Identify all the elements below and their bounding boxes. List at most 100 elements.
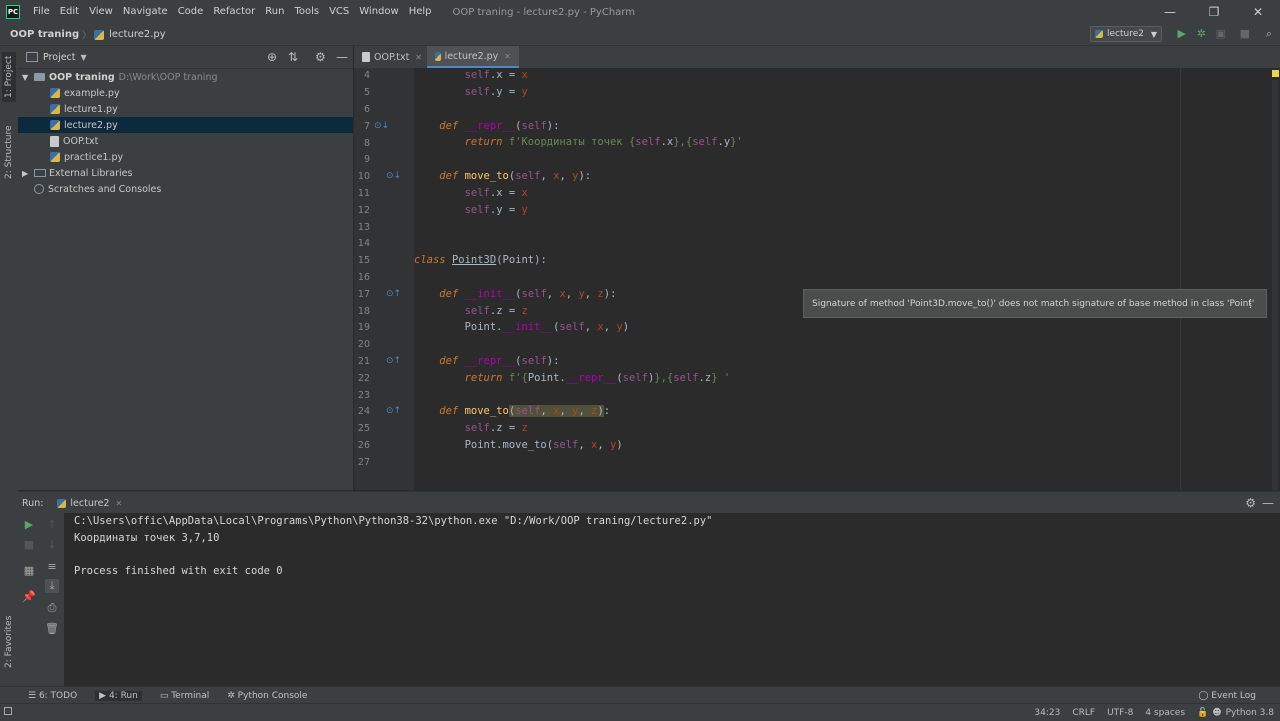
tree-item-scratches[interactable]: Scratches and Consoles [18,181,353,197]
line-number: 10 [357,171,370,182]
close-tab-icon[interactable]: ✕ [504,52,511,61]
tool-windows-toggle-icon[interactable] [4,707,12,715]
run-toolbar-secondary: ↑ ↓ ≡ ⤓ ⎙ 🗑 [40,513,65,686]
menu-run[interactable]: Run [260,0,289,24]
menu-navigate[interactable]: Navigate [118,0,173,24]
line-number: 4 [363,70,370,81]
tree-item-oop-txt[interactable]: OOP.txt [18,133,353,149]
tree-item-example-py[interactable]: example.py [18,85,353,101]
tab-label: lecture2.py [444,50,499,62]
line-number: 22 [357,373,370,384]
pin-icon[interactable]: 📌 [22,589,36,603]
todo-tool-button[interactable]: ☰ 6: TODO [28,691,77,701]
tree-item-practice1-py[interactable]: practice1.py [18,149,353,165]
project-panel-title[interactable]: Project [43,52,76,63]
editor-scrollbar[interactable] [1272,80,1278,490]
inspection-status-icon[interactable] [1272,70,1279,77]
navigation-bar: OOP traning 〉 lecture2.py lecture2 ▼ ▶ ✲… [0,24,1280,46]
coverage-icon[interactable]: ▣ [1216,27,1226,40]
line-separator[interactable]: CRLF [1072,708,1095,718]
print-icon[interactable]: ⎙ [45,601,59,615]
layout-icon[interactable]: ▦ [22,563,36,577]
breadcrumb-file[interactable]: lecture2.py [106,29,169,40]
collapse-all-icon[interactable]: ⇅ [288,50,298,64]
soft-wrap-icon[interactable]: ≡ [45,559,59,573]
run-tab-lecture2[interactable]: lecture2 ✕ [57,498,122,509]
hector-icon[interactable]: ☻ [1212,708,1221,718]
favorites-tool-tab[interactable]: 2: Favorites [2,612,16,672]
tree-item-project-root[interactable]: ▼ OOP traning D:\Work\OOP traning [18,69,353,85]
rerun-icon[interactable]: ▶ [22,517,36,531]
close-tab-icon[interactable]: ✕ [415,53,422,62]
more-options-icon[interactable]: ⋮ [1245,297,1256,310]
menu-file[interactable]: File [28,0,55,24]
run-console[interactable]: C:\Users\offic\AppData\Local\Programs\Py… [64,513,1280,686]
locate-target-icon[interactable]: ⊕ [267,50,277,64]
trash-icon[interactable]: 🗑 [45,621,59,635]
tree-item-label: External Libraries [49,167,133,179]
chevron-down-icon: ▼ [22,72,29,82]
search-icon[interactable]: ⌕ [1266,27,1272,41]
event-log-button[interactable]: ◯ Event Log [1198,691,1256,701]
terminal-tool-button[interactable]: ▭ Terminal [160,691,209,701]
run-config-select[interactable]: lecture2 ▼ [1090,26,1162,42]
run-icon[interactable]: ▶ [1178,27,1186,40]
override-method-icon[interactable]: ⊙↑ [386,406,401,416]
line-number: 16 [357,272,370,283]
line-number: 19 [357,322,370,333]
hide-panel-icon[interactable]: — [1262,496,1274,510]
project-tool-tab[interactable]: 1: Project [2,52,16,102]
breadcrumb-project[interactable]: OOP traning [7,29,82,40]
gear-icon[interactable]: ⚙ [1245,496,1256,510]
indent-setting[interactable]: 4 spaces [1145,708,1185,718]
breadcrumb-separator-icon: 〉 [82,31,92,41]
stop-icon[interactable]: ■ [1240,27,1250,40]
minimize-icon[interactable]: — [1148,0,1192,24]
up-arrow-icon[interactable]: ↑ [45,517,59,531]
library-icon [34,169,46,177]
menu-window[interactable]: Window [354,0,403,24]
down-arrow-icon[interactable]: ↓ [45,537,59,551]
restore-icon[interactable]: ❐ [1192,0,1236,24]
scroll-to-end-icon[interactable]: ⤓ [45,579,59,593]
line-number: 14 [357,238,370,249]
tree-item-label: OOP traning [49,71,115,83]
override-method-icon[interactable]: ⊙↑ [386,356,401,366]
debug-icon[interactable]: ✲ [1197,27,1206,40]
menu-help[interactable]: Help [404,0,437,24]
tree-item-lecture1-py[interactable]: lecture1.py [18,101,353,117]
line-number: 18 [357,306,370,317]
menu-code[interactable]: Code [173,0,209,24]
lock-icon[interactable]: 🔓 [1197,708,1208,718]
chevron-down-icon[interactable]: ▼ [81,53,87,62]
menu-view[interactable]: View [84,0,118,24]
tab-lecture2-py[interactable]: lecture2.py ✕ [427,46,519,68]
run-tool-label: 4: Run [108,690,138,701]
tree-item-external-libraries[interactable]: ▶ External Libraries [18,165,353,181]
python-console-tool-button[interactable]: ✲ Python Console [227,691,307,701]
favorites-tool-tab-label: 2: Favorites [4,615,14,669]
overriding-method-icon[interactable]: ⊙↓ [386,171,401,181]
tab-label: OOP.txt [374,51,410,63]
tree-item-lecture2-py[interactable]: lecture2.py [18,117,353,133]
code-editor[interactable]: self.x = x self.y = y def __repr__(self)… [414,68,1280,490]
caret-position[interactable]: 34:23 [1034,708,1060,718]
close-tab-icon[interactable]: ✕ [115,499,122,508]
close-icon[interactable]: ✕ [1236,0,1280,24]
terminal-label: Terminal [171,690,210,701]
menu-refactor[interactable]: Refactor [208,0,260,24]
tree-item-label: Scratches and Consoles [48,183,162,195]
override-method-icon[interactable]: ⊙↑ [386,289,401,299]
file-encoding[interactable]: UTF-8 [1107,708,1133,718]
menu-vcs[interactable]: VCS [324,0,354,24]
run-tool-button[interactable]: ▶ 4: Run [95,690,142,701]
gear-icon[interactable]: ⚙ [315,50,326,64]
overriding-method-icon[interactable]: ⊙↓ [374,121,389,131]
python-interpreter[interactable]: Python 3.8 [1226,708,1274,718]
tree-item-label: example.py [64,87,120,99]
hide-panel-icon[interactable]: — [336,50,348,64]
menu-tools[interactable]: Tools [289,0,324,24]
stop-icon[interactable]: ■ [22,537,36,551]
structure-tool-tab[interactable]: 2: Structure [2,122,16,182]
menu-edit[interactable]: Edit [55,0,84,24]
